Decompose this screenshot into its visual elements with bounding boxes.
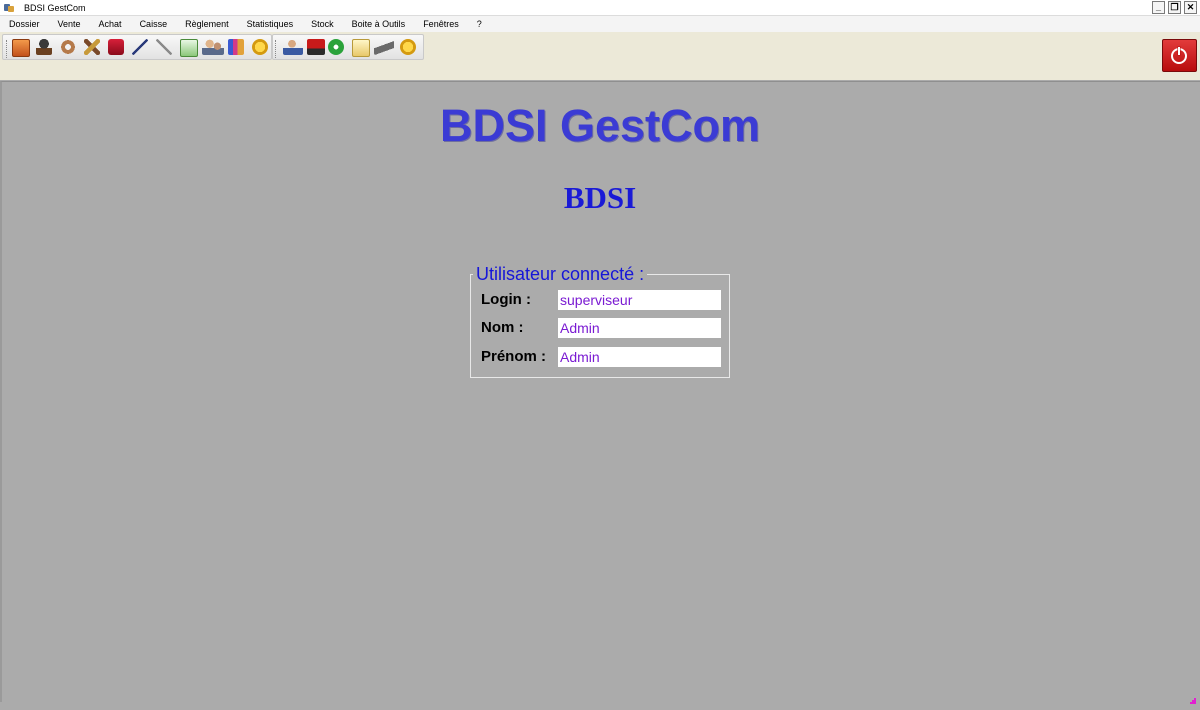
company-name: BDSI [563,180,637,215]
menu-dossier[interactable]: Dossier [9,19,40,29]
scanner-icon[interactable] [374,39,394,55]
resize-grip-icon[interactable] [1190,692,1197,704]
menu-stock[interactable]: Stock [311,19,334,29]
title-bar: BDSI GestCom _ ❐ ✕ [0,0,1200,16]
user-panel-legend: Utilisateur connecté : [473,264,648,285]
menu-reglement[interactable]: Règlement [185,19,229,29]
toolbar-grip[interactable] [6,40,9,58]
menu-statistiques[interactable]: Statistiques [247,19,294,29]
toolbar-grip[interactable] [275,40,278,58]
toolbar-group-main [2,34,272,60]
close-button[interactable]: ✕ [1184,1,1197,14]
prenom-label: Prénom : [481,348,547,365]
prenom-field[interactable]: Admin [558,347,721,367]
toolbar [0,32,1200,80]
power-icon [1171,46,1187,64]
menu-boite-a-outils[interactable]: Boite à Outils [352,19,406,29]
truck-icon[interactable] [307,39,325,55]
login-field[interactable]: superviseur [558,290,721,310]
menu-help[interactable]: ? [477,19,482,29]
nom-label: Nom : [481,319,524,336]
restore-button[interactable]: ❐ [1168,1,1181,14]
briefcase-icon[interactable] [108,39,124,55]
user-silhouette-icon[interactable] [36,39,52,55]
menu-bar: Dossier Vente Achat Caisse Règlement Sta… [0,16,1200,32]
app-title: BDSI GestCom [439,100,761,151]
document-list-icon[interactable] [12,39,30,57]
user-panel: Utilisateur connecté : Login : supervise… [470,264,730,378]
app-icon[interactable] [4,3,14,13]
contact-icon[interactable] [283,39,303,55]
gear-icon[interactable] [60,39,76,55]
nom-field[interactable]: Admin [558,318,721,338]
checklist-icon[interactable] [180,39,198,57]
users-icon[interactable] [202,39,224,55]
menu-achat[interactable]: Achat [99,19,122,29]
minimize-button[interactable]: _ [1152,1,1165,14]
euro-coin-icon[interactable] [400,39,416,55]
pencil-icon[interactable] [156,39,172,55]
login-label: Login : [481,291,531,308]
window-title: BDSI GestCom [24,2,86,13]
tools-icon[interactable] [84,39,100,55]
menu-vente[interactable]: Vente [58,19,81,29]
toolbar-group-secondary [272,34,424,60]
chart-icon[interactable] [228,39,244,55]
main-area [0,81,1200,702]
menu-caisse[interactable]: Caisse [140,19,168,29]
euro-coin-icon[interactable] [252,39,268,55]
menu-fenetres[interactable]: Fenêtres [423,19,459,29]
quit-button[interactable] [1162,39,1197,72]
pen-icon[interactable] [132,39,148,55]
check-icon[interactable] [328,39,344,55]
note-icon[interactable] [352,39,370,57]
window-controls: _ ❐ ✕ [1152,1,1197,14]
